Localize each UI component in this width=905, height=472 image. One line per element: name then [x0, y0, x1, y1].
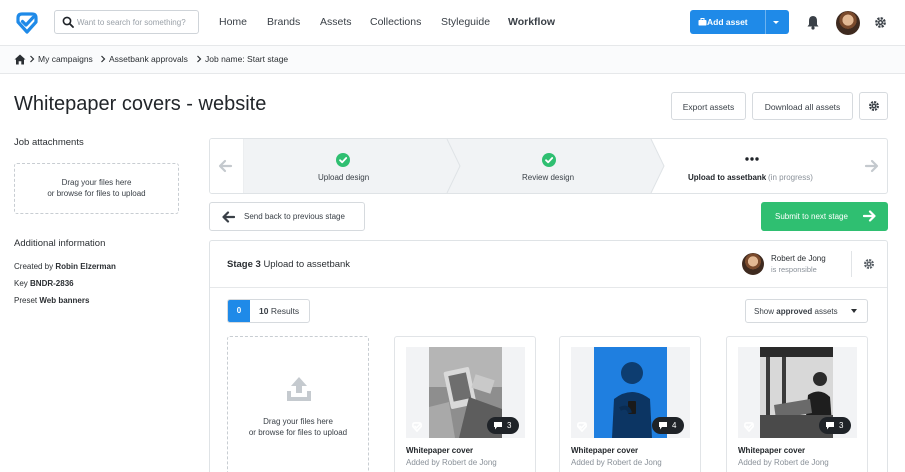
asset-thumbnail[interactable]: 3 — [738, 347, 857, 438]
stage-panel-header: Stage 3 Upload to assetbank Robert de Jo… — [210, 241, 887, 288]
asset-added-by: Added by Robert de Jong — [571, 458, 662, 467]
brand-watermark-icon — [744, 422, 754, 432]
user-avatar[interactable] — [836, 11, 860, 35]
responsible-name: Robert de Jong — [771, 254, 826, 263]
nav-styleguide[interactable]: Styleguide — [441, 16, 490, 28]
more-dots-icon — [745, 157, 759, 161]
brand-logo-icon[interactable] — [14, 12, 40, 34]
brand-watermark-icon — [577, 422, 587, 432]
chevron-right-icon — [30, 55, 35, 63]
stage-progress-bar: Upload design Review design Upload to as… — [209, 138, 888, 194]
home-icon[interactable] — [14, 54, 26, 65]
asset-added-by: Added by Robert de Jong — [738, 458, 829, 467]
download-all-assets-button[interactable]: Download all assets — [752, 92, 853, 120]
nav-collections[interactable]: Collections — [370, 16, 421, 28]
page-title: Whitepaper covers - website — [14, 93, 267, 115]
asset-upload-dropzone[interactable]: Drag your files here or browse for files… — [227, 336, 369, 472]
chevron-right-icon — [101, 55, 106, 63]
breadcrumb: My campaigns Assetbank approvals Job nam… — [0, 46, 905, 74]
gear-icon — [869, 101, 879, 111]
settings-gear-icon[interactable] — [874, 16, 887, 29]
comment-icon — [659, 422, 667, 430]
check-circle-icon — [542, 153, 556, 167]
comment-count-badge[interactable]: 3 — [487, 417, 519, 434]
upload-icon — [287, 377, 311, 401]
results-count[interactable]: 10 Results — [259, 306, 299, 316]
created-by-line: Created by Robin Elzerman — [14, 262, 116, 271]
caret-down-icon — [851, 309, 857, 313]
brand-watermark-icon — [412, 422, 422, 432]
stage-review-design[interactable]: Review design — [460, 139, 651, 193]
asset-filter-dropdown[interactable]: Show approved assets — [745, 299, 868, 323]
comment-count-badge[interactable]: 3 — [819, 417, 851, 434]
stage-panel: Stage 3 Upload to assetbank Robert de Jo… — [209, 240, 888, 472]
nav-workflow[interactable]: Workflow — [508, 16, 555, 28]
breadcrumb-assetbank-approvals[interactable]: Assetbank approvals — [109, 54, 188, 64]
add-asset-button[interactable]: Add asset — [690, 10, 789, 34]
attachments-dropzone[interactable]: Drag your files here or browse for files… — [14, 163, 179, 214]
comment-icon — [826, 422, 834, 430]
nav-brands[interactable]: Brands — [267, 16, 300, 28]
nav-home[interactable]: Home — [219, 16, 247, 28]
asset-card[interactable]: 4 Whitepaper cover Added by Robert de Jo… — [559, 336, 701, 472]
search-input[interactable] — [77, 14, 195, 30]
arrow-right-icon[interactable] — [854, 139, 887, 193]
asset-title[interactable]: Whitepaper cover — [406, 446, 473, 455]
selected-count[interactable]: 0 — [228, 300, 250, 322]
asset-card[interactable]: 3 Whitepaper cover Added by Robert de Jo… — [726, 336, 868, 472]
comment-count-badge[interactable]: 4 — [652, 417, 684, 434]
chevron-right-icon — [197, 55, 202, 63]
job-attachments-title: Job attachments — [14, 137, 84, 148]
responsible-avatar[interactable] — [742, 253, 764, 275]
export-assets-button[interactable]: Export assets — [671, 92, 746, 120]
search-icon — [62, 16, 74, 28]
asset-card[interactable]: 3 Whitepaper cover Added by Robert de Jo… — [394, 336, 536, 472]
stage-title: Stage 3 Upload to assetbank — [227, 259, 351, 270]
caret-down-icon[interactable] — [769, 15, 783, 29]
preset-line: Preset Web banners — [14, 296, 90, 305]
top-navigation: Home Brands Assets Collections Styleguid… — [0, 0, 905, 46]
additional-information-title: Additional information — [14, 238, 106, 249]
nav-assets[interactable]: Assets — [320, 16, 352, 28]
comment-icon — [494, 422, 502, 430]
asset-title[interactable]: Whitepaper cover — [738, 446, 805, 455]
asset-title[interactable]: Whitepaper cover — [571, 446, 638, 455]
arrow-right-icon — [863, 210, 876, 222]
stage-upload-to-assetbank[interactable]: Upload to assetbank (in progress) — [664, 139, 854, 193]
asset-thumbnail[interactable]: 3 — [406, 347, 525, 438]
job-settings-button[interactable] — [859, 92, 888, 120]
breadcrumb-current: Job name: Start stage — [205, 54, 289, 64]
arrow-left-icon — [222, 211, 235, 223]
arrow-left-icon[interactable] — [210, 139, 243, 193]
stage-upload-design[interactable]: Upload design — [243, 139, 447, 193]
submit-next-stage-button[interactable]: Submit to next stage — [761, 202, 888, 231]
briefcase-icon — [698, 18, 707, 26]
breadcrumb-my-campaigns[interactable]: My campaigns — [38, 54, 93, 64]
check-circle-icon — [336, 153, 350, 167]
key-line: Key BNDR-2836 — [14, 279, 74, 288]
gear-icon[interactable] — [863, 258, 875, 270]
results-toggle[interactable]: 0 10 Results — [227, 299, 310, 323]
responsible-role: is responsible — [771, 265, 817, 274]
add-asset-label: Add asset — [707, 17, 748, 27]
send-back-button[interactable]: Send back to previous stage — [209, 202, 365, 231]
asset-added-by: Added by Robert de Jong — [406, 458, 497, 467]
bell-icon[interactable] — [806, 15, 820, 30]
search-box[interactable] — [54, 10, 199, 34]
asset-thumbnail[interactable]: 4 — [571, 347, 690, 438]
